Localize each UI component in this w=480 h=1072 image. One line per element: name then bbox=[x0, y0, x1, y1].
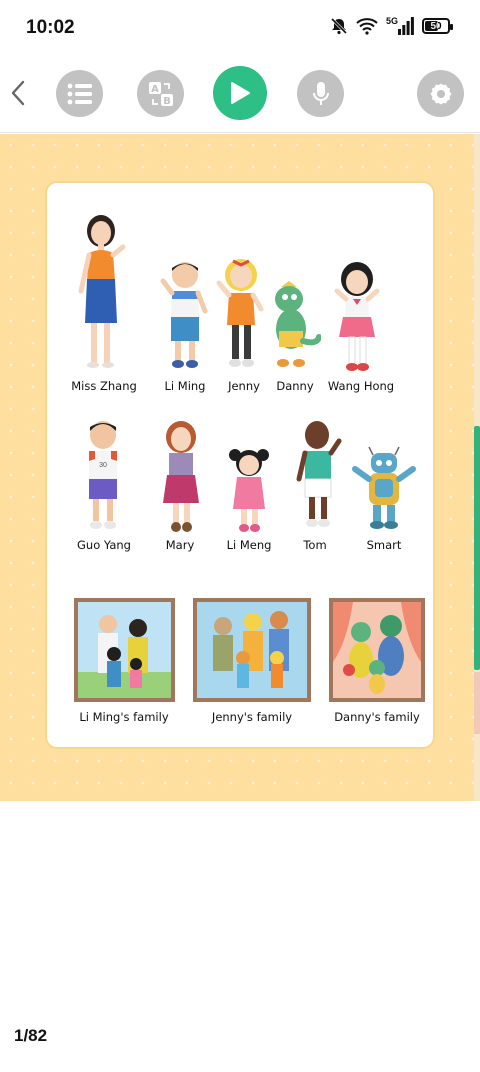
translate-button[interactable]: A B bbox=[137, 70, 184, 117]
wifi-icon bbox=[356, 18, 378, 35]
signal-icon bbox=[398, 17, 414, 35]
svg-text:30: 30 bbox=[99, 462, 107, 469]
character-label: Jenny bbox=[228, 379, 260, 393]
family-label: Li Ming's family bbox=[79, 710, 169, 724]
status-icons: 5G 50 bbox=[330, 16, 453, 35]
gear-icon bbox=[430, 83, 451, 104]
network-type: 5G bbox=[385, 16, 398, 26]
family-illustration bbox=[333, 602, 421, 698]
microphone-icon bbox=[312, 81, 329, 105]
scrollbar-segment bbox=[474, 672, 480, 734]
back-chevron-icon[interactable] bbox=[8, 78, 30, 108]
character-label: Wang Hong bbox=[327, 379, 395, 393]
character-label: Mary bbox=[165, 538, 195, 552]
tom-illustration bbox=[296, 421, 342, 527]
character-label: Guo Yang bbox=[77, 538, 131, 552]
guo-yang-illustration: 30 bbox=[89, 421, 117, 529]
book-page: Miss Zhang Li Ming Jenny Danny Wang Hong… bbox=[45, 181, 435, 749]
danny-illustration bbox=[275, 281, 321, 367]
page-indicator: 1/82 bbox=[14, 1026, 48, 1045]
character-label: Danny bbox=[276, 379, 314, 393]
character-label: Tom bbox=[303, 538, 327, 552]
translate-icon: A B bbox=[148, 81, 173, 107]
danny-family-picture bbox=[329, 598, 425, 702]
family-illustration bbox=[197, 602, 307, 698]
character-label: Li Ming bbox=[164, 379, 206, 393]
battery-icon: 50 bbox=[422, 18, 453, 34]
microphone-button[interactable] bbox=[297, 70, 344, 117]
reader-toolbar: A B bbox=[0, 56, 480, 133]
family-label: Jenny's family bbox=[211, 710, 293, 724]
scrollbar-thumb[interactable] bbox=[474, 426, 480, 670]
family-illustration bbox=[78, 602, 171, 698]
jenny-illustration bbox=[216, 259, 264, 367]
bell-muted-icon bbox=[330, 17, 348, 35]
list-icon bbox=[67, 83, 92, 104]
play-button[interactable] bbox=[213, 66, 267, 120]
character-label: Li Meng bbox=[226, 538, 272, 552]
svg-text:B: B bbox=[163, 96, 171, 107]
play-icon bbox=[231, 82, 250, 104]
jenny-family-picture bbox=[193, 598, 311, 702]
svg-text:A: A bbox=[151, 84, 159, 95]
battery-level: 50 bbox=[430, 20, 442, 32]
li-ming-illustration bbox=[160, 262, 208, 368]
li-meng-illustration bbox=[229, 449, 269, 532]
character-label: Miss Zhang bbox=[71, 379, 137, 393]
wang-hong-illustration bbox=[334, 262, 380, 371]
settings-button[interactable] bbox=[417, 70, 464, 117]
miss-zhang-illustration bbox=[78, 215, 126, 368]
character-label: Smart bbox=[366, 538, 402, 552]
mary-illustration bbox=[163, 421, 199, 532]
family-label: Danny's family bbox=[334, 710, 420, 724]
smart-robot-illustration bbox=[352, 446, 416, 529]
status-bar: 10:02 5G 50 bbox=[0, 0, 480, 56]
li-ming-family-picture bbox=[74, 598, 175, 702]
menu-button[interactable] bbox=[56, 70, 103, 117]
clock: 10:02 bbox=[26, 17, 75, 38]
